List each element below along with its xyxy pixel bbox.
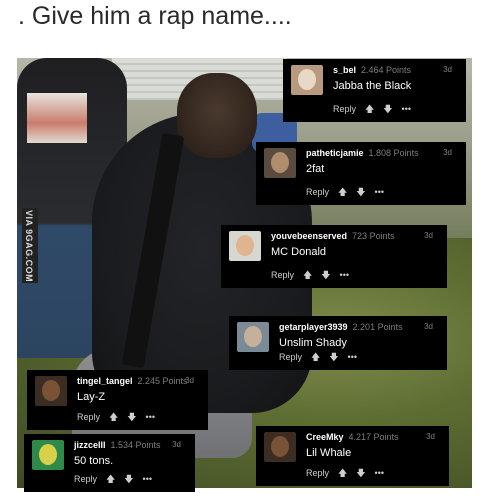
downvote-icon[interactable]: 🡇 — [329, 352, 338, 362]
comment-points: 1.534 Points — [110, 440, 161, 450]
comment-card: patheticjamie 1.808 Points 3d 2fat Reply 🡅… — [256, 142, 466, 205]
reply-button[interactable]: Reply — [271, 270, 294, 280]
comment-card: tingel_tangel 2.245 Points 3d Lay-Z Reply… — [27, 370, 208, 430]
comment-text: Unslim Shady — [279, 337, 347, 349]
reply-button[interactable]: Reply — [306, 187, 329, 197]
avatar[interactable] — [237, 322, 269, 352]
comment-username[interactable]: patheticjamie — [306, 148, 364, 158]
downvote-icon[interactable]: 🡇 — [127, 412, 136, 422]
upvote-icon[interactable]: 🡅 — [365, 104, 374, 114]
comment-time: 3d — [172, 440, 181, 449]
comment-username[interactable]: youvebeenserved — [271, 231, 347, 241]
avatar-face — [39, 444, 57, 465]
avatar-face — [271, 152, 289, 173]
upvote-icon[interactable]: 🡅 — [338, 187, 347, 197]
comment-text: MC Donald — [271, 246, 327, 258]
more-icon[interactable]: ••• — [143, 474, 152, 484]
comment-time: 3d — [426, 432, 435, 441]
comment-time: 3d — [185, 376, 194, 385]
upvote-icon[interactable]: 🡅 — [338, 468, 347, 478]
upvote-icon[interactable]: 🡅 — [311, 352, 320, 362]
more-icon[interactable]: ••• — [402, 104, 411, 114]
downvote-icon[interactable]: 🡇 — [356, 468, 365, 478]
comment-time: 3d — [424, 322, 433, 331]
more-icon[interactable]: ••• — [146, 412, 155, 422]
more-icon[interactable]: ••• — [375, 187, 384, 197]
avatar[interactable] — [32, 440, 64, 470]
comment-username[interactable]: s_bel — [333, 65, 356, 75]
avatar[interactable] — [229, 231, 261, 261]
comment-time: 3d — [424, 231, 433, 240]
reply-button[interactable]: Reply — [77, 412, 100, 422]
reply-button[interactable]: Reply — [306, 468, 329, 478]
comment-username[interactable]: CreeMky — [306, 432, 344, 442]
comment-points: 1.808 Points — [368, 148, 419, 158]
watermark: VIA 9GAG.COM — [22, 208, 38, 283]
comment-card: s_bel 2.464 Points 3d Jabba the Black Rep… — [283, 59, 466, 122]
upvote-icon[interactable]: 🡅 — [303, 270, 312, 280]
avatar[interactable] — [264, 148, 296, 178]
avatar-face — [42, 380, 60, 401]
avatar[interactable] — [264, 432, 296, 462]
comment-text: Jabba the Black — [333, 80, 412, 92]
comment-text: Lil Whale — [306, 447, 352, 459]
shirt-print — [27, 93, 87, 143]
comment-points: 2.464 Points — [361, 65, 412, 75]
avatar-face — [236, 235, 254, 256]
avatar-face — [271, 436, 289, 457]
downvote-icon[interactable]: 🡇 — [356, 187, 365, 197]
downvote-icon[interactable]: 🡇 — [124, 474, 133, 484]
comment-time: 3d — [443, 65, 452, 74]
more-icon[interactable]: ••• — [340, 270, 349, 280]
avatar-face — [244, 326, 262, 347]
reply-button[interactable]: Reply — [74, 474, 97, 484]
downvote-icon[interactable]: 🡇 — [383, 104, 392, 114]
downvote-icon[interactable]: 🡇 — [321, 270, 330, 280]
reply-button[interactable]: Reply — [279, 352, 302, 362]
comment-card: CreeMky 4.217 Points 3d Lil Whale Reply 🡅 🡇… — [256, 426, 449, 486]
comment-username[interactable]: tingel_tangel — [77, 376, 133, 386]
comment-username[interactable]: getarplayer3939 — [279, 322, 348, 332]
comment-points: 2.245 Points — [137, 376, 188, 386]
comment-time: 3d — [443, 148, 452, 157]
upvote-icon[interactable]: 🡅 — [106, 474, 115, 484]
comment-points: 2.201 Points — [352, 322, 403, 332]
page-title: . Give him a rap name.... — [18, 2, 292, 30]
more-icon[interactable]: ••• — [375, 468, 384, 478]
comment-card: getarplayer3939 2.201 Points 3d Unslim Sh… — [229, 316, 447, 370]
comment-points: 723 Points — [352, 231, 395, 241]
comment-text: 50 tons. — [74, 455, 114, 467]
comment-card: youvebeenserved 723 Points 3d MC Donald R… — [221, 225, 447, 288]
comment-points: 4.217 Points — [348, 432, 399, 442]
reply-button[interactable]: Reply — [333, 104, 356, 114]
avatar[interactable] — [291, 65, 323, 95]
comment-text: Lay-Z — [77, 391, 106, 403]
more-icon[interactable]: ••• — [348, 352, 357, 362]
avatar[interactable] — [35, 376, 67, 406]
comment-text: 2fat — [306, 163, 325, 175]
man-head — [177, 73, 257, 158]
upvote-icon[interactable]: 🡅 — [109, 412, 118, 422]
comment-username[interactable]: jizzcelll — [74, 440, 106, 450]
comment-card: jizzcelll 1.534 Points 3d 50 tons. Reply 🡅… — [24, 434, 195, 492]
avatar-face — [298, 69, 316, 90]
